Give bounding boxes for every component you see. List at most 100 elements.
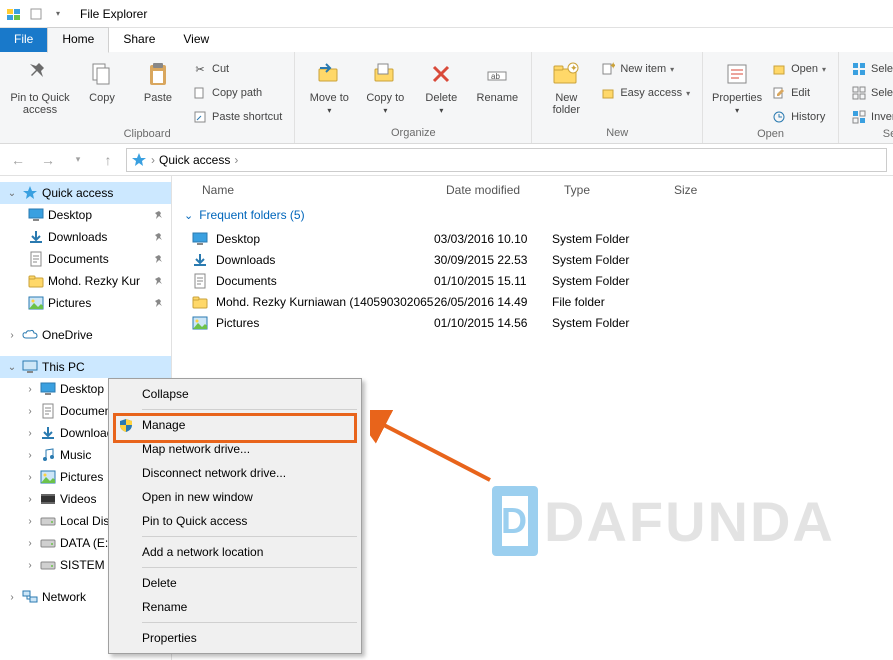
ctx-rename[interactable]: Rename [112, 595, 358, 619]
properties-icon [721, 58, 753, 90]
chevron-right-icon[interactable]: › [24, 560, 36, 571]
delete-button[interactable]: Delete▾ [415, 56, 467, 115]
ctx-add-network-location[interactable]: Add a network location [112, 540, 358, 564]
qat-dropdown-icon[interactable]: ▾ [48, 4, 68, 24]
group-select: Select all Select none Invert selection … [839, 52, 893, 143]
copy-to-button[interactable]: Copy to▾ [359, 56, 411, 115]
ctx-delete[interactable]: Delete [112, 571, 358, 595]
tab-file[interactable]: File [0, 28, 47, 52]
ctx-collapse[interactable]: Collapse [112, 382, 358, 406]
qat-properties-icon[interactable] [26, 4, 46, 24]
col-type[interactable]: Type [552, 183, 662, 197]
properties-button[interactable]: Properties▾ [711, 56, 763, 115]
list-row[interactable]: Mohd. Rezky Kurniawan (140590302065) ...… [172, 291, 893, 312]
ctx-disconnect-drive[interactable]: Disconnect network drive... [112, 461, 358, 485]
cut-button[interactable]: ✂Cut [188, 58, 286, 80]
ribbon: Pin to Quick access Copy Paste ✂Cut Copy… [0, 52, 893, 144]
open-icon [771, 61, 787, 77]
copy-button[interactable]: Copy [76, 56, 128, 104]
chevron-right-icon[interactable]: › [24, 450, 36, 461]
recent-locations-button[interactable]: ▾ [66, 148, 90, 172]
group-open: Properties▾ Open ▾ Edit History Open [703, 52, 839, 143]
pin-icon [151, 295, 167, 311]
pin-icon [151, 229, 167, 245]
chevron-down-icon[interactable]: ⌄ [184, 209, 193, 222]
folder-icon [28, 273, 44, 289]
list-row[interactable]: Downloads30/09/2015 22.53System Folder [172, 249, 893, 270]
network-icon [22, 589, 38, 605]
forward-button[interactable]: → [36, 148, 60, 172]
list-row[interactable]: Documents01/10/2015 15.11System Folder [172, 270, 893, 291]
ctx-properties[interactable]: Properties [112, 626, 358, 650]
paste-shortcut-button[interactable]: Paste shortcut [188, 106, 286, 128]
chevron-right-icon[interactable]: › [6, 330, 18, 341]
move-to-button[interactable]: Move to▾ [303, 56, 355, 115]
history-button[interactable]: History [767, 106, 830, 128]
address-bar[interactable]: › Quick access › [126, 148, 887, 172]
ctx-manage[interactable]: Manage [112, 413, 358, 437]
tree-onedrive[interactable]: › OneDrive [0, 324, 171, 346]
tree-this-pc[interactable]: ⌄ This PC [0, 356, 171, 378]
list-row[interactable]: Pictures01/10/2015 14.56System Folder [172, 312, 893, 333]
invert-selection-button[interactable]: Invert selection [847, 106, 893, 128]
tree-quick-access[interactable]: ⌄ Quick access [0, 182, 171, 204]
back-button[interactable]: ← [6, 148, 30, 172]
chevron-right-icon[interactable]: › [24, 472, 36, 483]
quickaccess-star-icon [131, 152, 147, 168]
open-button[interactable]: Open ▾ [767, 58, 830, 80]
tree-qa-item[interactable]: Documents [0, 248, 171, 270]
new-item-button[interactable]: ✦New item ▾ [596, 58, 694, 80]
rename-button[interactable]: ab Rename [471, 56, 523, 104]
chevron-right-icon[interactable]: › [24, 538, 36, 549]
col-date[interactable]: Date modified [434, 183, 552, 197]
section-frequent[interactable]: ⌄ Frequent folders (5) [172, 204, 893, 228]
list-row[interactable]: Desktop03/03/2016 10.10System Folder [172, 228, 893, 249]
drive-icon [40, 557, 56, 573]
edit-button[interactable]: Edit [767, 82, 830, 104]
select-all-button[interactable]: Select all [847, 58, 893, 80]
ctx-map-drive[interactable]: Map network drive... [112, 437, 358, 461]
folder-icon [192, 294, 208, 310]
new-folder-button[interactable]: ✦ New folder [540, 56, 592, 116]
easyaccess-icon [600, 85, 616, 101]
group-clipboard: Pin to Quick access Copy Paste ✂Cut Copy… [0, 52, 295, 143]
ctx-open-new-window[interactable]: Open in new window [112, 485, 358, 509]
chevron-right-icon[interactable]: › [24, 428, 36, 439]
chevron-down-icon[interactable]: ⌄ [6, 188, 18, 199]
music-icon [40, 447, 56, 463]
tab-home[interactable]: Home [47, 27, 109, 53]
chevron-right-icon[interactable]: › [24, 384, 36, 395]
pin-to-quick-access-button[interactable]: Pin to Quick access [8, 56, 72, 116]
tab-view[interactable]: View [169, 28, 223, 52]
newitem-icon: ✦ [600, 61, 616, 77]
document-icon [192, 273, 208, 289]
chevron-right-icon[interactable]: › [24, 516, 36, 527]
newfolder-icon: ✦ [550, 58, 582, 90]
chevron-right-icon[interactable]: › [6, 592, 18, 603]
picture-icon [28, 295, 44, 311]
selectall-icon [851, 61, 867, 77]
rename-icon: ab [481, 58, 513, 90]
paste-button[interactable]: Paste [132, 56, 184, 104]
copypath-icon [192, 85, 208, 101]
tree-qa-item[interactable]: Downloads [0, 226, 171, 248]
up-button[interactable]: ↑ [96, 148, 120, 172]
copy-path-button[interactable]: Copy path [188, 82, 286, 104]
col-size[interactable]: Size [662, 183, 742, 197]
tree-qa-item[interactable]: Desktop [0, 204, 171, 226]
tree-qa-item[interactable]: Pictures [0, 292, 171, 314]
col-name[interactable]: Name [172, 183, 434, 197]
chevron-right-icon[interactable]: › [24, 494, 36, 505]
chevron-right-icon[interactable]: › [24, 406, 36, 417]
download-icon [192, 252, 208, 268]
ctx-pin-quick-access[interactable]: Pin to Quick access [112, 509, 358, 533]
tab-share[interactable]: Share [109, 28, 169, 52]
column-headers[interactable]: Name Date modified Type Size [172, 176, 893, 204]
breadcrumb-root[interactable]: Quick access [159, 153, 230, 167]
chevron-down-icon[interactable]: ⌄ [6, 362, 18, 373]
pin-icon [151, 207, 167, 223]
select-none-button[interactable]: Select none [847, 82, 893, 104]
easy-access-button[interactable]: Easy access ▾ [596, 82, 694, 104]
video-icon [40, 491, 56, 507]
tree-qa-item[interactable]: Mohd. Rezky Kur [0, 270, 171, 292]
